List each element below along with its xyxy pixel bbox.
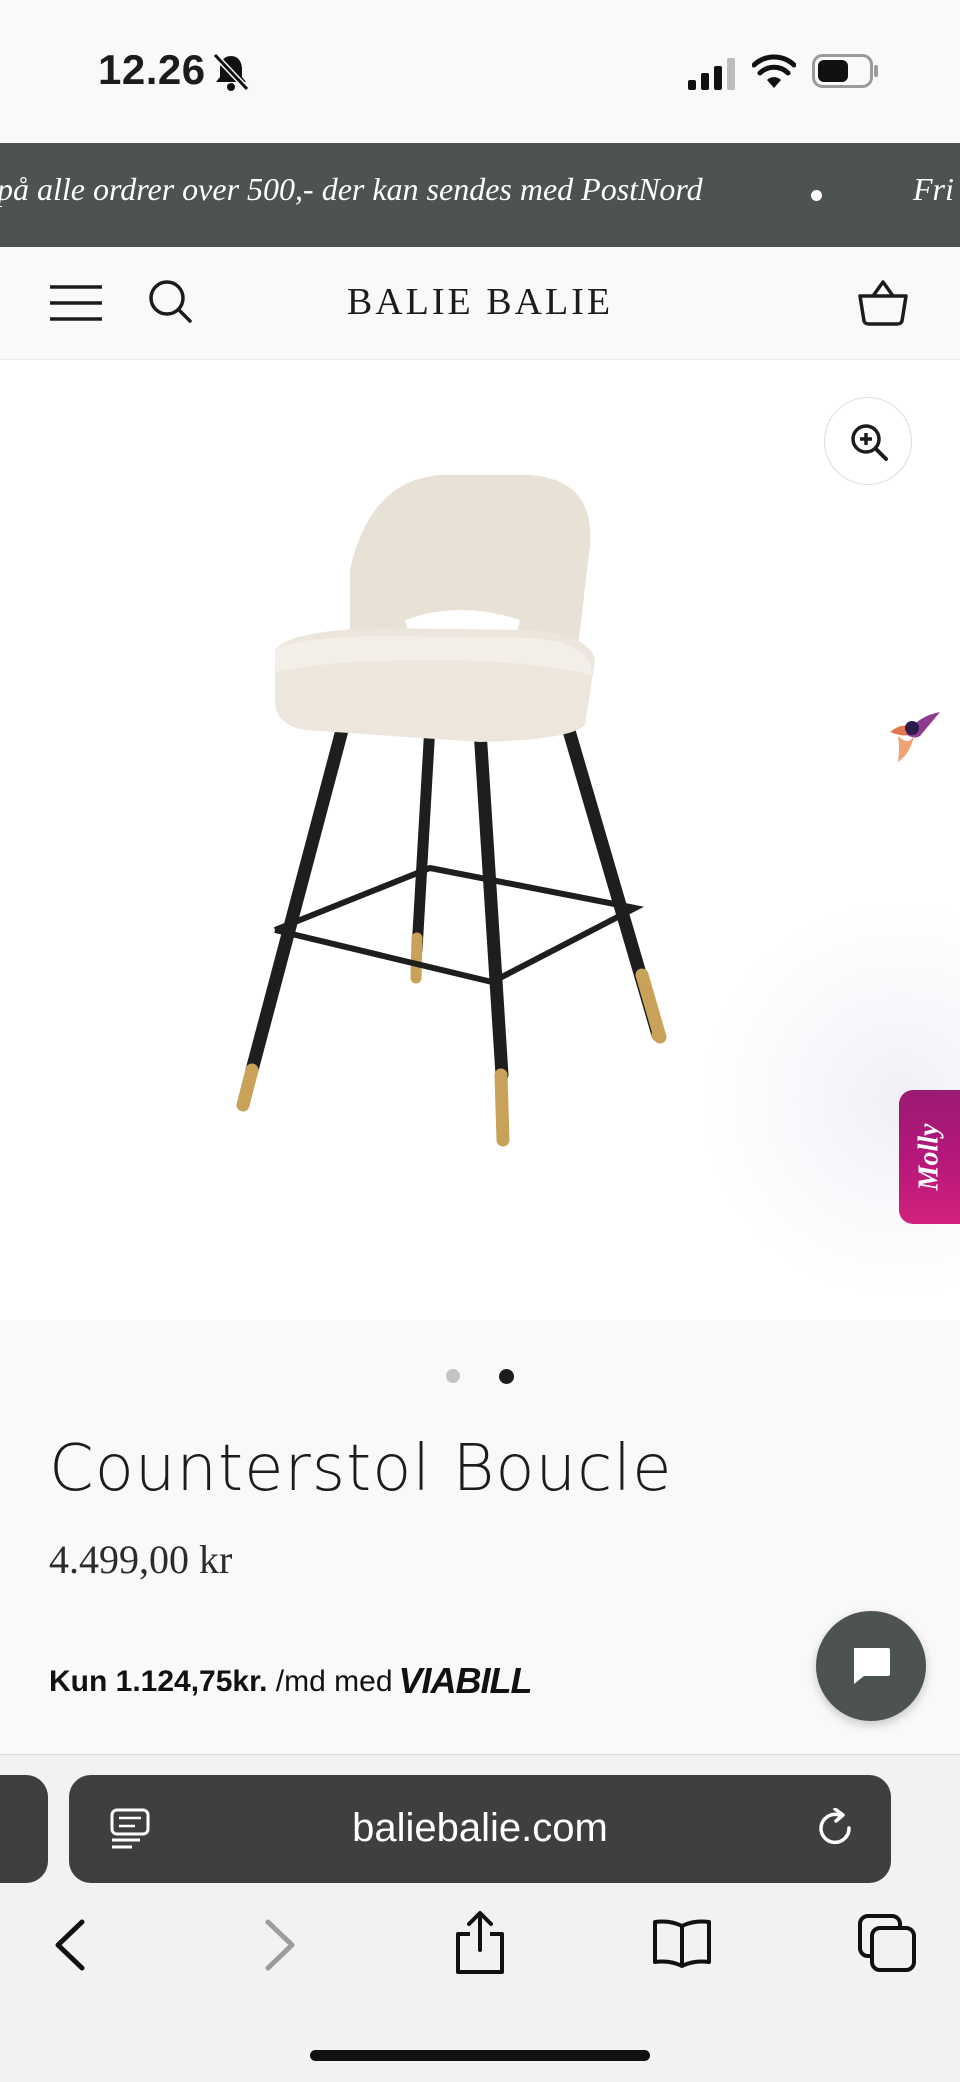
battery-icon [812,54,878,88]
announcement-text: på alle ordrer over 500,- der kan sendes… [0,171,703,207]
financing-suffix: /md med [267,1665,393,1698]
bell-off-icon [212,52,250,92]
chat-icon [854,1648,890,1684]
hummingbird-icon[interactable] [884,706,944,768]
announcement-separator [811,190,822,201]
status-time: 12.26 [98,46,206,93]
molly-label: Molly [913,1123,945,1191]
financing-amount: Kun 1.124,75kr. [49,1665,268,1698]
gallery-dot-2[interactable] [499,1369,514,1384]
previous-tab-preview[interactable] [0,1775,48,1883]
cart-icon[interactable] [857,276,909,326]
gallery-dot-1[interactable] [446,1369,460,1383]
molly-chat-tab[interactable]: Molly [899,1090,960,1224]
product-title: Counterstol Boucle [49,1432,673,1506]
home-indicator [310,2050,650,2061]
announcement-text-next: Fri [913,171,954,207]
brand-logo[interactable]: BALIE BALIE [0,280,960,324]
share-icon[interactable] [452,1910,508,1976]
viabill-logo: VIABILL [398,1660,533,1701]
zoom-in-icon [851,424,888,461]
tabs-icon[interactable] [858,1914,916,1972]
wifi-icon [752,54,796,88]
reload-icon[interactable] [815,1808,857,1850]
forward-icon[interactable] [262,1918,298,1972]
product-image[interactable] [230,460,680,1160]
financing-info[interactable]: Kun 1.124,75kr. /md med VIABILL [49,1660,533,1702]
bookmarks-icon[interactable] [652,1918,712,1968]
chat-button[interactable] [816,1611,926,1721]
zoom-button[interactable] [824,397,912,485]
back-icon[interactable] [52,1918,88,1972]
signal-icon [688,58,735,90]
url-text[interactable]: baliebalie.com [69,1806,891,1851]
product-price: 4.499,00 kr [49,1537,233,1582]
